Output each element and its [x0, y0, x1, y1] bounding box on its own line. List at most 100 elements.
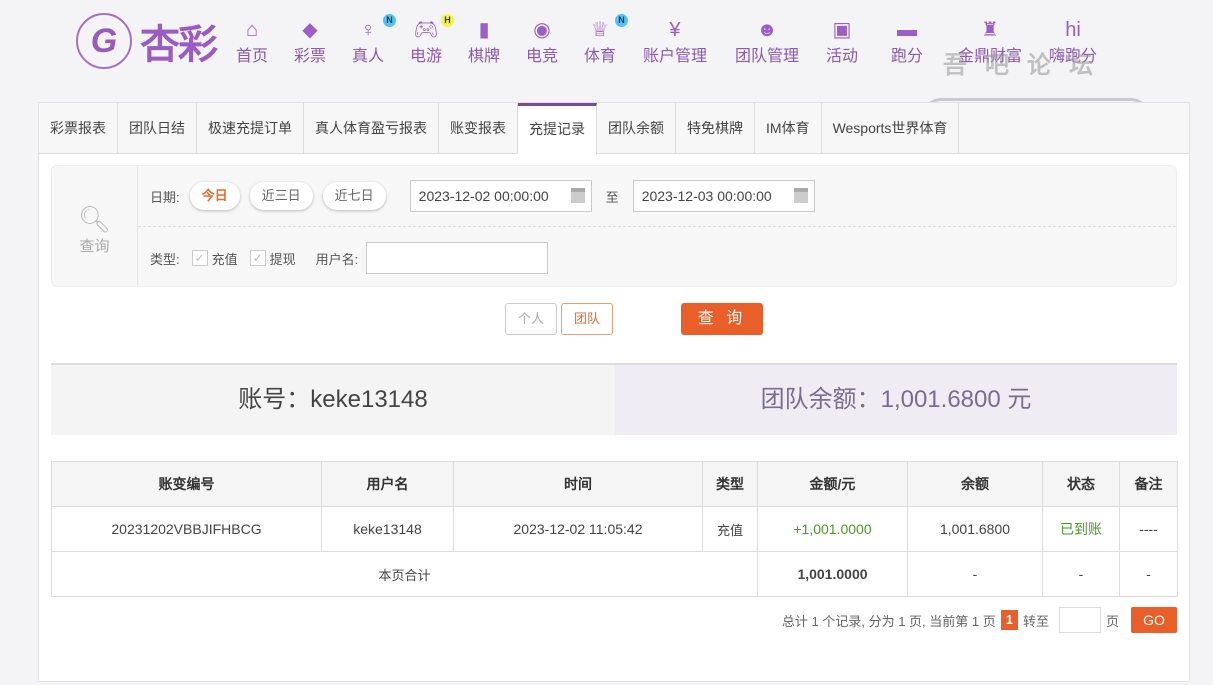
nav-label: 电游	[409, 48, 443, 65]
home-icon-glyph: ⌂	[245, 19, 259, 41]
nav-item-10[interactable]: ▬ 跑分	[891, 18, 923, 66]
records-table: 账变编号 用户名 时间 类型 金额/元 余额 状态 备注 20231202VBBJIFHBCG…	[51, 461, 1178, 597]
end-date-value: 2023-12-03 00:00:00	[641, 188, 772, 204]
logo[interactable]: G 杏彩	[76, 12, 218, 70]
table-cell: 已到账	[1042, 506, 1120, 552]
tab-8[interactable]: IM体育	[755, 103, 822, 153]
deposit-checkbox[interactable]: ✓	[191, 250, 208, 266]
summary-bar: 账号：keke13148 团队余额：1,001.6800 元	[51, 363, 1177, 435]
team-icon: ☻	[735, 18, 799, 42]
gift-icon-glyph: ▣	[832, 19, 852, 41]
nav-item-11[interactable]: ♜ 金鼎财富	[958, 18, 1022, 66]
divider	[138, 226, 1176, 227]
nav-item-5[interactable]: ◉ 电竞	[526, 18, 558, 66]
gamepad-icon-glyph: 🎮︎	[413, 19, 439, 41]
nav-label: 棋牌	[467, 48, 501, 65]
nav-label: 体育	[583, 48, 617, 65]
nav-item-9[interactable]: ▣ 活动	[826, 18, 858, 66]
main-panel: 彩票报表 团队日结 极速充提订单 真人体育盈亏报表 账变报表 充提记录 团队余额 特免棋牌 IM…	[38, 102, 1190, 682]
date-label: 日期:	[150, 189, 180, 205]
nav-item-7[interactable]: ¥ 账户管理	[643, 18, 707, 66]
column-header: 状态	[1042, 461, 1120, 507]
table-cell: 1,001.6800	[907, 506, 1043, 552]
withdraw-checkbox[interactable]: ✓	[249, 250, 266, 266]
yen-icon-glyph: ¥	[669, 19, 681, 41]
gamepad-icon: 🎮︎ H	[410, 14, 455, 42]
start-date-input[interactable]: 2023-12-02 00:00:00	[409, 180, 592, 212]
go-button[interactable]: GO	[1131, 607, 1177, 633]
cards-icon-glyph: ▮	[478, 19, 490, 41]
table-cell: 20231202VBBJIFHBCG	[51, 506, 322, 552]
nav-item-4[interactable]: ▮ 棋牌	[468, 18, 500, 66]
column-header: 金额/元	[757, 461, 908, 507]
query-side: 🔍︎ 查询	[52, 166, 138, 286]
hi-icon-glyph: hi	[1065, 19, 1081, 41]
table-cell: 充值	[702, 506, 758, 552]
tab-9[interactable]: Wesports世界体育	[822, 103, 960, 153]
nav-item-6[interactable]: ♕ N 体育	[583, 14, 629, 66]
query-side-label: 查询	[79, 238, 110, 255]
to-label: 至	[605, 189, 619, 205]
ticket-icon-glyph: ◆	[302, 19, 318, 41]
withdraw-label: 提现	[269, 251, 296, 267]
nav-item-3[interactable]: 🎮︎ H 电游	[409, 14, 455, 66]
team-button[interactable]: 团队	[561, 303, 614, 335]
nav-item-0[interactable]: ⌂ 首页	[236, 18, 268, 66]
query-button[interactable]: 查 询	[681, 303, 764, 335]
quick-today[interactable]: 今日	[189, 182, 240, 210]
calendar-icon[interactable]	[570, 188, 585, 203]
goto-label: 转至	[1022, 613, 1049, 629]
nav-label: 跑分	[890, 48, 924, 65]
home-icon: ⌂	[236, 18, 268, 42]
tab-5[interactable]: 充提记录	[518, 103, 597, 155]
badge: N	[383, 14, 397, 27]
goto-page-input[interactable]	[1058, 607, 1101, 633]
live-dealer-icon-glyph: ♀	[360, 19, 376, 41]
column-header: 类型	[702, 461, 758, 507]
trophy-icon: ♕ N	[584, 14, 629, 42]
nav-item-12[interactable]: hi 嗨跑分	[1049, 18, 1097, 66]
ticket-icon: ◆	[294, 18, 326, 42]
nav-label: 真人	[351, 48, 385, 65]
tab-7[interactable]: 特免棋牌	[676, 103, 755, 153]
logo-text: 杏彩	[140, 23, 218, 67]
cards-icon: ▮	[468, 18, 500, 42]
tab-0[interactable]: 彩票报表	[39, 103, 118, 153]
live-dealer-icon: ♀ N	[352, 14, 397, 42]
page-unit: 页	[1105, 613, 1119, 629]
pager-summary: 总计 1 个记录, 分为 1 页, 当前第 1 页	[781, 613, 996, 629]
current-page[interactable]: 1	[1000, 610, 1018, 630]
nav-label: 首页	[235, 48, 269, 65]
nav-label: 电竞	[525, 48, 559, 65]
nav-item-1[interactable]: ◆ 彩票	[294, 18, 326, 66]
tab-4[interactable]: 账变报表	[439, 103, 518, 153]
pagination: 总计 1 个记录, 分为 1 页, 当前第 1 页 1 转至 页 GO	[782, 607, 1177, 633]
calendar-icon[interactable]	[793, 188, 808, 203]
nav-item-2[interactable]: ♀ N 真人	[351, 14, 397, 66]
username-input[interactable]	[366, 242, 549, 274]
table-cell: ----	[1119, 506, 1178, 552]
tab-2[interactable]: 极速充提订单	[197, 103, 304, 153]
nav-label: 金鼎财富	[957, 48, 1023, 65]
type-label: 类型:	[150, 251, 180, 267]
tab-1[interactable]: 团队日结	[118, 103, 197, 153]
header: G 杏彩 ⌂ 首页 ◆ 彩票 ♀ N 真人 🎮︎ H 电游 ▮ 棋牌 ◉ 电竞 ♕ N 体育 ¥ 账户管理 ☻ 团队管理…	[0, 0, 1213, 150]
end-date-input[interactable]: 2023-12-03 00:00:00	[632, 180, 815, 212]
hi-icon: hi	[1049, 18, 1097, 42]
team-icon-glyph: ☻	[756, 19, 778, 41]
tab-3[interactable]: 真人体育盈亏报表	[304, 103, 439, 153]
tab-6[interactable]: 团队余额	[597, 103, 676, 153]
quick-7days[interactable]: 近七日	[322, 182, 386, 210]
total-row: 本页合计 1,001.0000- - -	[51, 551, 1178, 597]
quick-3days[interactable]: 近三日	[249, 182, 313, 210]
gift-icon: ▣	[826, 18, 858, 42]
table-cell: keke13148	[321, 506, 454, 552]
trophy-icon-glyph: ♕	[591, 19, 609, 41]
tab-bar: 彩票报表 团队日结 极速充提订单 真人体育盈亏报表 账变报表 充提记录 团队余额 特免棋牌 IM…	[39, 103, 1189, 155]
personal-button[interactable]: 个人	[505, 303, 558, 335]
badge: N	[615, 14, 629, 27]
total-label: 本页合计	[51, 551, 758, 597]
account-name: 账号：keke13148	[51, 365, 615, 435]
nav-item-8[interactable]: ☻ 团队管理	[735, 18, 799, 66]
column-header: 用户名	[321, 461, 454, 507]
